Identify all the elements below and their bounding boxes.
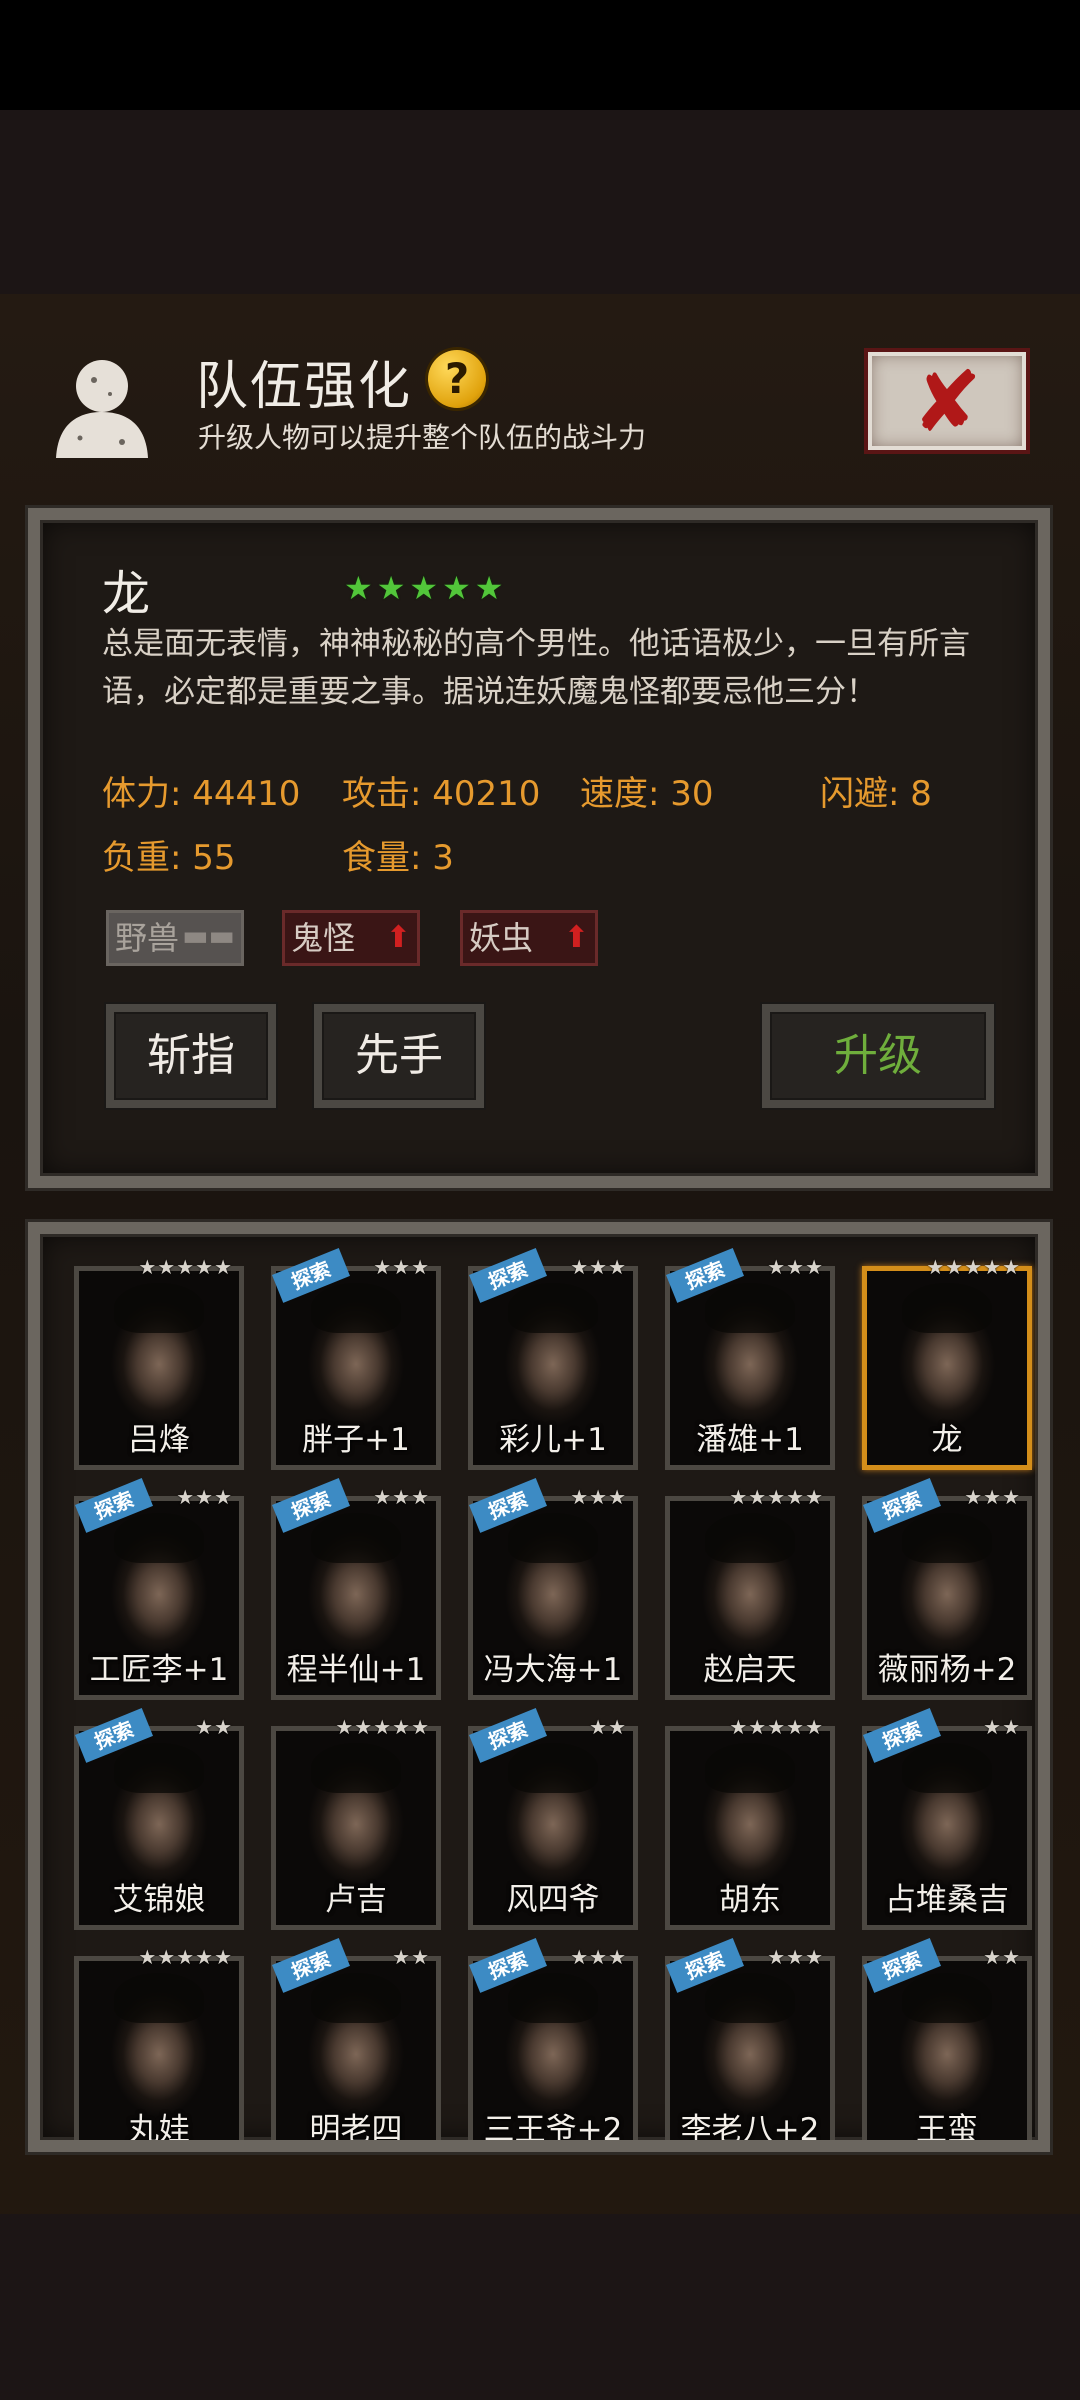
- card-name: 赵启天: [703, 1652, 797, 1688]
- tag-beast: 野兽 ▬▬: [106, 910, 244, 966]
- character-card[interactable]: ★★ 探索 占堆桑吉: [862, 1708, 1032, 1930]
- character-card[interactable]: ★★★ 探索 胖子+1: [271, 1248, 441, 1470]
- card-stars: ★★★★★: [926, 1255, 1021, 1279]
- character-card[interactable]: ★★★★★ 卢吉: [271, 1715, 441, 1930]
- star-icon: ★: [409, 569, 439, 607]
- card-name: 龙: [931, 1422, 963, 1458]
- card-stars: ★★★: [176, 1485, 233, 1509]
- close-icon: ✘: [911, 353, 983, 451]
- card-stars: ★★★: [570, 1485, 627, 1509]
- character-card[interactable]: ★★★ 探索 李老八+2: [665, 1938, 835, 2148]
- card-stars: ★★: [589, 1715, 627, 1739]
- card-stars: ★★★: [373, 1255, 430, 1279]
- card-stars: ★★: [392, 1945, 430, 1969]
- roster-grid: ★★★★★ 吕烽 ★★★ 探索 胖子+1 ★★★ 探索 彩儿+1 ★★★ 探索 潘雄+1 ★★★★★ 龙…: [74, 1248, 1032, 2148]
- card-name: 李老八+2: [680, 2112, 820, 2148]
- card-name: 王蛮: [916, 2112, 978, 2148]
- card-name: 薇丽杨+2: [877, 1652, 1017, 1688]
- card-name: 胖子+1: [302, 1422, 410, 1458]
- character-card[interactable]: ★★★ 探索 彩儿+1: [468, 1248, 638, 1470]
- card-name: 卢吉: [325, 1882, 387, 1918]
- stat-speed: 速度: 30: [580, 774, 714, 814]
- card-stars: ★★★★★: [729, 1715, 824, 1739]
- star-icon: ★: [344, 569, 373, 607]
- arrow-up-icon: ⬆: [563, 920, 589, 955]
- character-card[interactable]: ★★ 探索 明老四: [271, 1938, 441, 2148]
- bottom-area: [0, 2214, 1080, 2400]
- card-name: 吕烽: [128, 1422, 190, 1458]
- tag-insect: 妖虫 ⬆: [460, 910, 598, 966]
- star-icon: ★: [442, 569, 471, 607]
- tag-label: 妖虫: [469, 919, 534, 957]
- character-card[interactable]: ★★ 探索 风四爷: [468, 1708, 638, 1930]
- character-card[interactable]: ★★★★★ 赵启天: [665, 1485, 835, 1700]
- page-title: 队伍强化: [196, 357, 413, 417]
- card-stars: ★★★: [767, 1255, 824, 1279]
- card-name: 占堆桑吉: [885, 1882, 1009, 1918]
- player-avatar-icon: [56, 360, 148, 458]
- star-icon: ★: [474, 569, 504, 607]
- character-card[interactable]: ★★★ 探索 薇丽杨+2: [862, 1478, 1032, 1700]
- card-stars: ★★: [195, 1715, 233, 1739]
- stat-food: 食量: 3: [342, 838, 454, 878]
- stat-dodge: 闪避: 8: [820, 774, 932, 814]
- character-card[interactable]: ★★★★★ 丸娃: [74, 1945, 244, 2148]
- skill-button-zhanzhi[interactable]: 斩指: [106, 1004, 276, 1108]
- character-card[interactable]: ★★★★★ 吕烽: [74, 1255, 244, 1470]
- status-bar: [0, 0, 1080, 110]
- stat-stamina: 体力: 44410: [102, 774, 301, 814]
- card-stars: ★★★★★: [138, 1255, 233, 1279]
- card-stars: ★★★: [570, 1255, 627, 1279]
- card-stars: ★★: [983, 1715, 1021, 1739]
- card-name: 丸娃: [128, 2112, 190, 2148]
- panel-header: 队伍强化 ? 升级人物可以提升整个队伍的战斗力 ✘: [0, 294, 1080, 494]
- skill-button-xianshou[interactable]: 先手: [314, 1004, 484, 1108]
- stat-load: 负重: 55: [102, 838, 236, 878]
- card-name: 潘雄+1: [696, 1422, 804, 1458]
- character-rating: ★ ★ ★ ★ ★: [344, 572, 503, 604]
- card-name: 工匠李+1: [89, 1652, 229, 1688]
- character-description: 总是面无表情，神神秘秘的高个男性。他话语极少，一旦有所言语，必定都是重要之事。据…: [102, 626, 970, 710]
- card-name: 风四爷: [506, 1882, 600, 1918]
- neutral-icon: ▬▬: [182, 919, 235, 952]
- tag-ghost: 鬼怪 ⬆: [282, 910, 420, 966]
- upgrade-button[interactable]: 升级: [762, 1004, 994, 1108]
- help-icon[interactable]: ?: [428, 350, 486, 408]
- card-stars: ★★★★★: [335, 1715, 430, 1739]
- card-name: 明老四: [309, 2112, 403, 2148]
- character-name: 龙: [102, 566, 151, 622]
- card-name: 彩儿+1: [499, 1422, 607, 1458]
- character-card[interactable]: ★★★★★ 胡东: [665, 1715, 835, 1930]
- team-upgrade-panel: 队伍强化 ? 升级人物可以提升整个队伍的战斗力 ✘ 龙 ★ ★ ★ ★ ★ 总是…: [0, 294, 1080, 2214]
- character-card[interactable]: ★★★★★ 龙: [862, 1255, 1032, 1470]
- stat-attack: 攻击: 40210: [342, 774, 541, 814]
- character-detail-panel: 龙 ★ ★ ★ ★ ★ 总是面无表情，神神秘秘的高个男性。他话语极少，一旦有所言…: [28, 508, 1050, 1188]
- card-stars: ★★★: [767, 1945, 824, 1969]
- card-name: 艾锦娘: [112, 1882, 206, 1918]
- character-roster: ★★★★★ 吕烽 ★★★ 探索 胖子+1 ★★★ 探索 彩儿+1 ★★★ 探索 潘雄+1 ★★★★★ 龙…: [28, 1222, 1050, 2152]
- card-stars: ★★★: [570, 1945, 627, 1969]
- character-card[interactable]: ★★★ 探索 工匠李+1: [74, 1478, 244, 1700]
- arrow-up-icon: ⬆: [385, 920, 411, 955]
- card-stars: ★★: [983, 1945, 1021, 1969]
- card-stars: ★★★★★: [729, 1485, 824, 1509]
- card-name: 程半仙+1: [286, 1652, 426, 1688]
- card-stars: ★★★: [373, 1485, 430, 1509]
- star-icon: ★: [376, 569, 406, 607]
- character-card[interactable]: ★★★ 探索 三王爷+2: [468, 1938, 638, 2148]
- tag-label: 野兽: [115, 919, 180, 957]
- tag-label: 鬼怪: [291, 919, 356, 957]
- character-card[interactable]: ★★ 探索 艾锦娘: [74, 1708, 244, 1930]
- card-name: 三王爷+2: [483, 2112, 623, 2148]
- card-stars: ★★★★★: [138, 1945, 233, 1969]
- card-name: 胡东: [719, 1882, 781, 1918]
- page-subtitle: 升级人物可以提升整个队伍的战斗力: [198, 421, 647, 454]
- character-card[interactable]: ★★★ 探索 程半仙+1: [271, 1478, 441, 1700]
- card-name: 冯大海+1: [483, 1652, 623, 1688]
- card-stars: ★★★: [964, 1485, 1021, 1509]
- close-button[interactable]: ✘: [864, 348, 1030, 454]
- character-card[interactable]: ★★★ 探索 潘雄+1: [665, 1248, 835, 1470]
- character-card[interactable]: ★★★ 探索 冯大海+1: [468, 1478, 638, 1700]
- character-card[interactable]: ★★ 探索 王蛮: [862, 1938, 1032, 2148]
